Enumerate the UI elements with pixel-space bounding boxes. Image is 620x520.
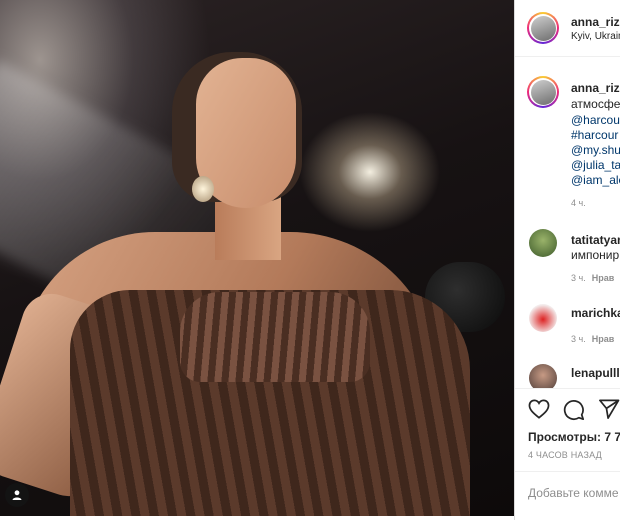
caption-mention[interactable]: @my.shu (571, 143, 620, 157)
comment-username[interactable]: lenapulll (571, 366, 620, 380)
comment-time[interactable]: 3 ч. (571, 334, 586, 344)
post-photo[interactable] (0, 0, 514, 516)
comment-avatar[interactable] (529, 304, 557, 332)
comment-avatar[interactable] (529, 229, 557, 257)
comment-username[interactable]: tatitatyan (571, 233, 620, 247)
user-tag-icon (12, 490, 22, 500)
heart-icon[interactable] (528, 399, 550, 419)
caption-mention[interactable]: @julia_ta (571, 158, 620, 172)
share-icon[interactable] (598, 399, 620, 419)
post-side-panel: anna_riza Kyiv, Ukrain anna_riza атмосфе… (514, 0, 620, 520)
caption-author-avatar[interactable] (527, 76, 559, 108)
comment-time[interactable]: 3 ч. (571, 273, 586, 283)
views-count[interactable]: Просмотры: 7 76 (528, 430, 620, 444)
comment-input[interactable] (528, 486, 620, 500)
comment-username[interactable]: marichka (571, 306, 620, 320)
user-tag-button[interactable] (5, 483, 29, 507)
caption-author-username[interactable]: anna_riza (571, 81, 620, 95)
photo-subject-ruffle (180, 292, 370, 382)
author-username[interactable]: anna_riza (571, 15, 620, 29)
comment-like-button[interactable]: Нрав (592, 273, 615, 283)
post-header: anna_riza Kyiv, Ukrain (515, 0, 620, 57)
caption-hashtag[interactable]: #harcour (571, 128, 618, 142)
comment-text: импонир (571, 248, 620, 262)
caption-text: атмосфер (571, 97, 620, 111)
photo-subject-earring (192, 176, 214, 202)
post-location[interactable]: Kyiv, Ukrain (571, 31, 620, 42)
author-avatar[interactable] (527, 12, 559, 44)
comment-icon[interactable] (563, 399, 585, 421)
comment-like-button[interactable]: Нрав (592, 334, 615, 344)
comment-meta: 3 ч. Нрав (571, 334, 614, 344)
caption-timestamp[interactable]: 4 ч. (571, 198, 586, 208)
post-time-ago[interactable]: 4 ЧАСОВ НАЗАД (528, 450, 602, 460)
caption-mention[interactable]: @iam_ale (571, 173, 620, 187)
post-actions: Просмотры: 7 76 4 ЧАСОВ НАЗАД (515, 388, 620, 520)
comment-meta: 3 ч. Нрав (571, 273, 614, 283)
add-comment-bar (515, 471, 620, 520)
caption-mention[interactable]: @harcou (571, 113, 620, 127)
